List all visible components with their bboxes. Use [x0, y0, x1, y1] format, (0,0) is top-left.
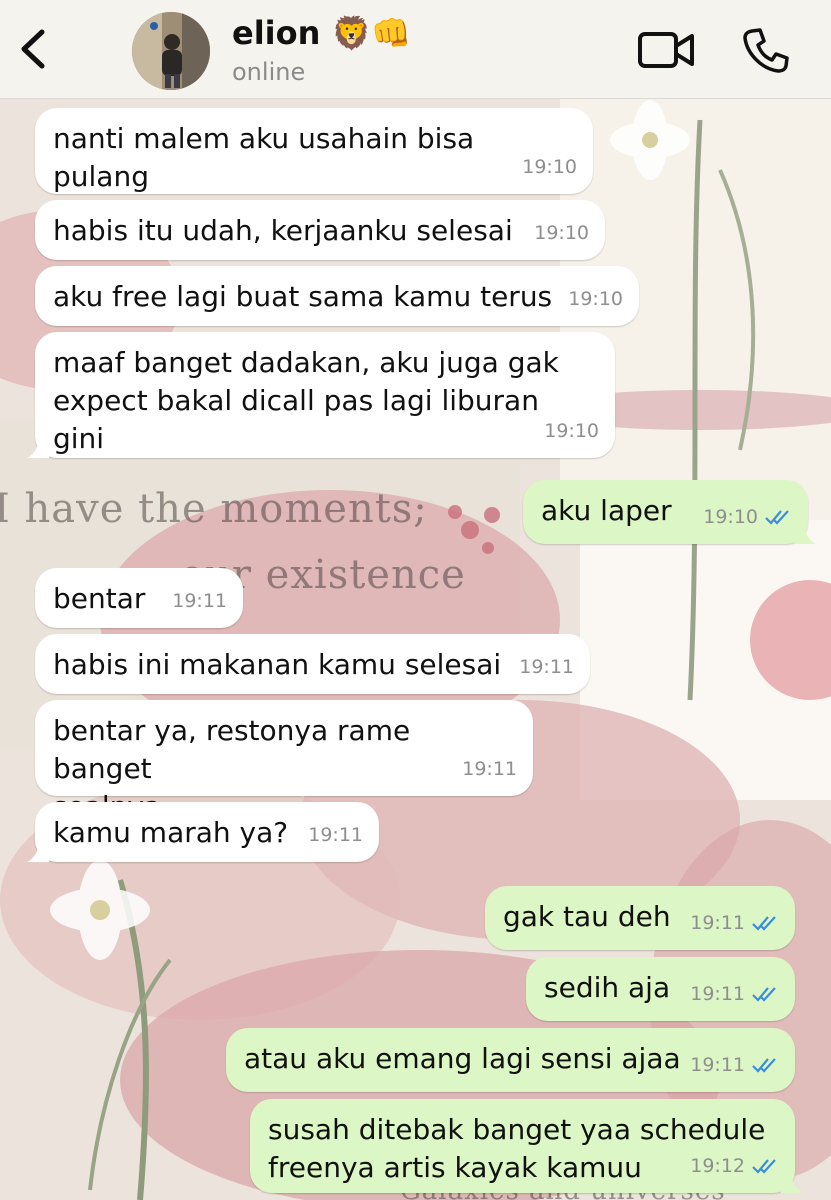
- bubble-tail: [27, 436, 49, 458]
- message-incoming[interactable]: bentar ya, restonya rame banget soalnya …: [35, 700, 533, 823]
- message-outgoing[interactable]: gak tau deh 19:11: [485, 886, 795, 950]
- message-time: 19:11: [690, 1054, 745, 1076]
- contact-status: online: [232, 58, 306, 86]
- message-text: maaf banget dadakan, aku juga gak expect…: [53, 346, 559, 455]
- message-time: 19:10: [534, 222, 589, 244]
- message-incoming[interactable]: kamu marah ya? 19:11: [27, 802, 379, 862]
- avatar[interactable]: [132, 12, 210, 90]
- bubble-tail: [794, 522, 816, 544]
- double-check-icon: [752, 916, 776, 931]
- video-camera-icon: [638, 32, 694, 68]
- message-time: 19:11: [690, 983, 745, 1005]
- phone-icon: [743, 28, 789, 73]
- message-text: habis itu udah, kerjaanku selesai: [53, 214, 513, 247]
- message-time: 19:11: [172, 590, 227, 612]
- message-time: 19:12: [690, 1155, 745, 1177]
- message-time: 19:11: [519, 656, 574, 678]
- bubble-tail: [781, 1171, 803, 1193]
- message-incoming[interactable]: habis ini makanan kamu selesai 19:11: [35, 634, 590, 694]
- video-call-button[interactable]: [637, 30, 697, 74]
- back-button[interactable]: [14, 24, 54, 74]
- avatar-photo: [132, 12, 210, 90]
- double-check-icon: [752, 987, 776, 1002]
- message-incoming[interactable]: bentar 19:11: [35, 568, 243, 628]
- message-outgoing[interactable]: sedih aja 19:11: [526, 957, 795, 1021]
- message-text: nanti malem aku usahain bisa pulang: [53, 122, 475, 193]
- message-incoming[interactable]: habis itu udah, kerjaanku selesai 19:10: [35, 200, 605, 260]
- voice-call-button[interactable]: [742, 26, 790, 78]
- bubble-tail: [27, 840, 49, 862]
- message-time: 19:10: [544, 420, 599, 442]
- message-list[interactable]: nanti malem aku usahain bisa pulang 19:1…: [0, 98, 831, 1200]
- message-time: 19:10: [703, 506, 758, 528]
- double-check-icon: [752, 1159, 776, 1174]
- double-check-icon: [752, 1058, 776, 1073]
- message-outgoing[interactable]: aku laper 19:10: [523, 480, 816, 544]
- message-text: aku free lagi buat sama kamu terus: [53, 280, 553, 313]
- message-incoming[interactable]: aku free lagi buat sama kamu terus 19:10: [35, 266, 639, 326]
- chevron-left-icon: [21, 29, 45, 69]
- message-outgoing[interactable]: atau aku emang lagi sensi ajaa 19:11: [226, 1028, 795, 1092]
- message-outgoing[interactable]: susah ditebak banget yaa schedule freeny…: [250, 1099, 803, 1193]
- double-check-icon: [765, 510, 789, 525]
- message-time: 19:11: [690, 912, 745, 934]
- message-time: 19:11: [308, 824, 363, 846]
- chat-header: elion 🦁👊 online: [0, 0, 831, 99]
- message-time: 19:10: [568, 288, 623, 310]
- message-incoming[interactable]: nanti malem aku usahain bisa pulang 19:1…: [35, 108, 593, 194]
- message-incoming[interactable]: maaf banget dadakan, aku juga gak expect…: [27, 332, 615, 458]
- message-time: 19:11: [462, 758, 517, 780]
- message-time: 19:10: [522, 156, 577, 178]
- contact-name[interactable]: elion 🦁👊: [232, 14, 411, 52]
- message-text: habis ini makanan kamu selesai: [53, 648, 502, 681]
